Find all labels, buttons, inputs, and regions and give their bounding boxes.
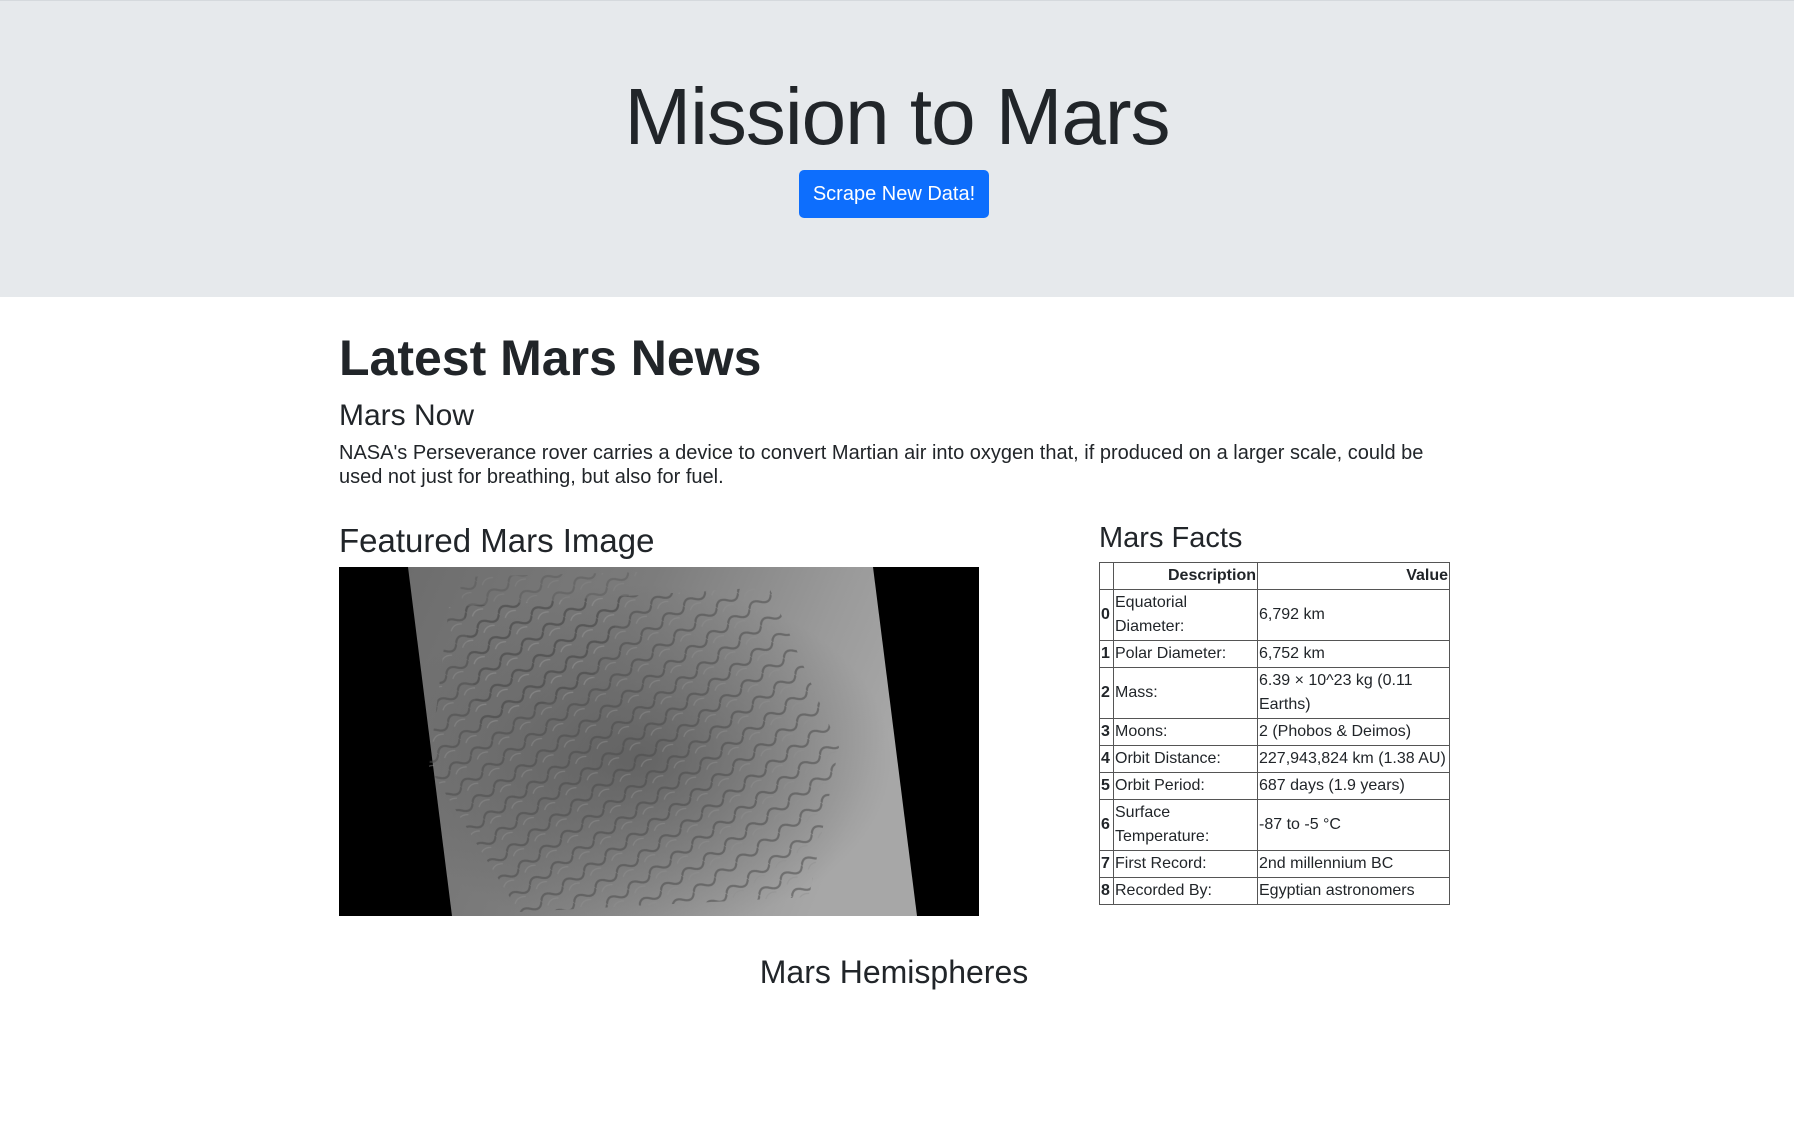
row-index: 0 <box>1099 589 1114 641</box>
table-row: 2 Mass: 6.39 × 10^23 kg (0.11 Earths) <box>1099 667 1450 719</box>
table-row: 0 Equatorial Diameter: 6,792 km <box>1099 589 1450 641</box>
fact-description: Moons: <box>1113 718 1258 746</box>
fact-description: Equatorial Diameter: <box>1113 589 1258 641</box>
fact-description: Orbit Period: <box>1113 772 1258 800</box>
featured-image-heading: Featured Mars Image <box>339 522 655 559</box>
fact-value: 6,792 km <box>1257 589 1450 641</box>
fact-description: Orbit Distance: <box>1113 745 1258 773</box>
facts-heading: Mars Facts <box>1099 522 1243 554</box>
table-row: 3 Moons: 2 (Phobos & Deimos) <box>1099 718 1450 746</box>
news-paragraph: NASA's Perseverance rover carries a devi… <box>339 442 1424 488</box>
fact-value: Egyptian astronomers <box>1257 877 1450 905</box>
scrape-new-data-button[interactable]: Scrape New Data! <box>799 170 989 218</box>
fact-value: 687 days (1.9 years) <box>1257 772 1450 800</box>
column-header-index <box>1099 562 1114 590</box>
fact-value: 2nd millennium BC <box>1257 850 1450 878</box>
news-heading: Latest Mars News <box>339 330 762 386</box>
table-header-row: Description Value <box>1099 562 1450 590</box>
fact-description: Polar Diameter: <box>1113 640 1258 668</box>
fact-value: 6.39 × 10^23 kg (0.11 Earths) <box>1257 667 1450 719</box>
table-row: 6 Surface Temperature: -87 to -5 °C <box>1099 799 1450 851</box>
row-index: 7 <box>1099 850 1114 878</box>
table-row: 4 Orbit Distance: 227,943,824 km (1.38 A… <box>1099 745 1450 773</box>
hemispheres-heading: Mars Hemispheres <box>759 954 1029 990</box>
fact-description: Recorded By: <box>1113 877 1258 905</box>
featured-mars-image <box>339 567 979 916</box>
fact-description: Surface Temperature: <box>1113 799 1258 851</box>
fact-value: 227,943,824 km (1.38 AU) <box>1257 745 1450 773</box>
table-row: 7 First Record: 2nd millennium BC <box>1099 850 1450 878</box>
row-index: 1 <box>1099 640 1114 668</box>
fact-value: 2 (Phobos & Deimos) <box>1257 718 1450 746</box>
table-row: 1 Polar Diameter: 6,752 km <box>1099 640 1450 668</box>
row-index: 2 <box>1099 667 1114 719</box>
row-index: 8 <box>1099 877 1114 905</box>
news-title: Mars Now <box>339 399 475 432</box>
fact-value: -87 to -5 °C <box>1257 799 1450 851</box>
table-row: 5 Orbit Period: 687 days (1.9 years) <box>1099 772 1450 800</box>
row-index: 4 <box>1099 745 1114 773</box>
mars-facts-table: Description Value 0 Equatorial Diameter:… <box>1099 562 1450 905</box>
fact-description: First Record: <box>1113 850 1258 878</box>
row-index: 3 <box>1099 718 1114 746</box>
mars-surface-picture <box>339 567 979 916</box>
table-row: 8 Recorded By: Egyptian astronomers <box>1099 877 1450 905</box>
page-title: Mission to Mars <box>624 72 1170 161</box>
column-header-description: Description <box>1113 562 1258 590</box>
row-index: 5 <box>1099 772 1114 800</box>
column-header-value: Value <box>1257 562 1450 590</box>
row-index: 6 <box>1099 799 1114 851</box>
fact-description: Mass: <box>1113 667 1258 719</box>
header-jumbotron: Mission to Mars Scrape New Data! <box>0 0 1794 297</box>
fact-value: 6,752 km <box>1257 640 1450 668</box>
